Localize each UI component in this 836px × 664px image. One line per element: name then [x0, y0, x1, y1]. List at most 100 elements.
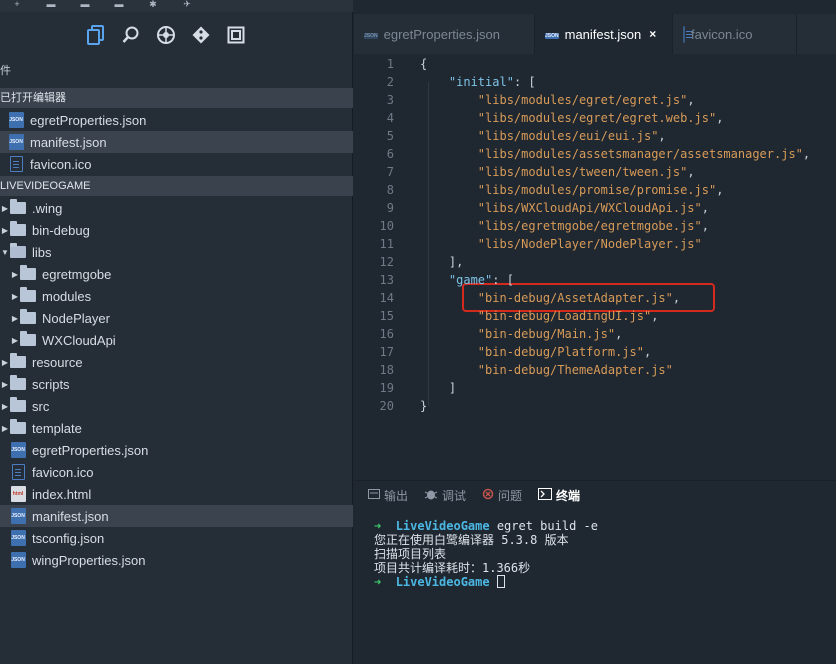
- open-editor-item[interactable]: JSON manifest.json: [0, 131, 353, 153]
- tree-item[interactable]: ▶ src: [0, 395, 353, 417]
- panel-tab-problems[interactable]: 问题: [482, 487, 522, 503]
- panel-tab-debug[interactable]: 调试: [424, 487, 466, 503]
- json-file-icon: JSON: [10, 530, 26, 546]
- code-text: {: [420, 57, 428, 71]
- tree-item-label: src: [32, 398, 50, 414]
- search-icon[interactable]: [119, 23, 143, 47]
- document-icon: [10, 464, 26, 480]
- tree-item[interactable]: ▶ .wing: [0, 197, 353, 219]
- folder-icon: [20, 287, 36, 304]
- tree-item-label: modules: [42, 288, 92, 304]
- tree-item[interactable]: JSON manifest.json: [0, 505, 353, 527]
- line-number: 1: [386, 57, 394, 71]
- folder-icon: [10, 419, 26, 436]
- code-text: "libs/modules/eui/eui.js",: [477, 129, 666, 143]
- line-number: 18: [379, 363, 394, 377]
- tree-item[interactable]: ▼ libs: [0, 241, 353, 263]
- debug-icon[interactable]: ✱: [136, 0, 170, 10]
- line-number: 12: [379, 255, 394, 269]
- prompt-arrow: ➜: [374, 575, 382, 589]
- open-editor-item[interactable]: JSON egretProperties.json: [0, 109, 353, 131]
- tree-item[interactable]: ▶ WXCloudApi: [0, 329, 353, 351]
- close-tab-icon[interactable]: ×: [649, 27, 656, 41]
- panel-tab-label: 输出: [384, 488, 409, 503]
- save-icon[interactable]: ▬: [34, 0, 68, 10]
- git-icon[interactable]: [189, 23, 213, 47]
- folder-icon: [20, 309, 36, 326]
- debug-bug-icon: [424, 488, 438, 503]
- terminal-command-line: ➜ LiveVideoGame egret build -e: [374, 519, 598, 533]
- tree-item[interactable]: ▶ egretmgobe: [0, 263, 353, 285]
- code-editor[interactable]: 1 {2 "initial": [3 "libs/modules/egret/eg…: [354, 54, 836, 474]
- code-text: "bin-debug/LoadingUI.js",: [477, 309, 659, 323]
- tab-manifest[interactable]: JSON manifest.json ×: [535, 14, 673, 54]
- json-string: "bin-debug/ThemeAdapter.js": [477, 363, 673, 377]
- extensions-icon[interactable]: [154, 23, 178, 47]
- line-number: 2: [386, 75, 394, 89]
- terminal-output-line: 扫描项目列表: [374, 547, 447, 561]
- tree-item[interactable]: JSON egretProperties.json: [0, 439, 353, 461]
- line-number: 13: [379, 273, 394, 287]
- tree-item-label: resource: [32, 354, 83, 370]
- json-file-icon: JSON: [10, 442, 26, 458]
- open-editors-header[interactable]: 已打开编辑器: [0, 88, 353, 108]
- editor-area: JSON egretProperties.json JSON manifest.…: [354, 0, 836, 664]
- chevron-right-icon: ▶: [1, 423, 9, 433]
- chevron-right-icon: ▶: [11, 291, 19, 301]
- tree-item[interactable]: ▶ resource: [0, 351, 353, 373]
- tab-label: manifest.json: [564, 26, 642, 42]
- code-text: }: [420, 399, 428, 413]
- code-text: "bin-debug/Main.js",: [477, 327, 623, 341]
- tab-egretproperties[interactable]: JSON egretProperties.json: [354, 14, 535, 54]
- folder-open-icon: [10, 243, 26, 260]
- explorer-title: 件: [0, 65, 11, 77]
- open-editor-item[interactable]: favicon.ico: [0, 153, 353, 175]
- tree-item[interactable]: ▶ scripts: [0, 373, 353, 395]
- tree-item[interactable]: ▶ template: [0, 417, 353, 439]
- terminal-cursor: [496, 575, 505, 588]
- json-string: "libs/modules/egret/egret.js": [477, 93, 688, 107]
- tree-item-label: scripts: [32, 376, 70, 392]
- explorer-icon[interactable]: [84, 23, 108, 47]
- tree-item[interactable]: ▶ modules: [0, 285, 353, 307]
- code-text: "libs/WXCloudApi/WXCloudApi.js",: [477, 201, 709, 215]
- terminal[interactable]: ➜ LiveVideoGame egret build -e 您正在使用白鹭编译…: [374, 519, 598, 589]
- tree-item[interactable]: JSON wingProperties.json: [0, 549, 353, 571]
- json-file-icon: JSON: [10, 508, 26, 524]
- html-file-icon: html: [10, 486, 26, 502]
- tree-item[interactable]: html index.html: [0, 483, 353, 505]
- layout-icon[interactable]: [224, 23, 248, 47]
- project-header[interactable]: LIVEVIDEOGAME: [0, 176, 353, 196]
- json-string: "libs/modules/tween/tween.js": [477, 165, 688, 179]
- panel-tab-label: 终端: [556, 488, 581, 503]
- chevron-right-icon: ▶: [1, 379, 9, 389]
- save-all-icon[interactable]: ▬: [68, 0, 102, 10]
- chevron-right-icon: ▶: [11, 269, 19, 279]
- tree-item[interactable]: ▶ NodePlayer: [0, 307, 353, 329]
- line-number: 16: [379, 327, 394, 341]
- panel-tab-terminal[interactable]: 终端: [538, 487, 580, 503]
- build-icon[interactable]: ▬: [102, 0, 136, 10]
- tree-item-label: index.html: [32, 486, 92, 502]
- line-number: 4: [386, 111, 394, 125]
- line-number: 20: [379, 399, 394, 413]
- json-file-icon: JSON: [8, 134, 24, 150]
- tree-item-label: egretmgobe: [42, 266, 112, 282]
- publish-icon[interactable]: ✈: [170, 0, 204, 10]
- panel-tab-output[interactable]: 输出: [368, 487, 408, 503]
- terminal-output-line: 您正在使用白鹭编译器 5.3.8 版本: [374, 533, 569, 547]
- tree-item[interactable]: ▶ bin-debug: [0, 219, 353, 241]
- tree-item[interactable]: favicon.ico: [0, 461, 353, 483]
- json-string: "libs/modules/promise/promise.js": [477, 183, 717, 197]
- new-file-icon[interactable]: +: [0, 0, 34, 10]
- tree-item-label: favicon.ico: [32, 464, 94, 480]
- prompt-project: LiveVideoGame: [395, 575, 490, 589]
- tree-item[interactable]: JSON tsconfig.json: [0, 527, 353, 549]
- tab-favicon[interactable]: favicon.ico: [673, 14, 797, 54]
- code-text: ],: [448, 255, 464, 269]
- code-text: "libs/modules/egret/egret.web.js",: [477, 111, 724, 125]
- json-string: "libs/NodePlayer/NodePlayer.js": [477, 237, 702, 251]
- code-text: ]: [448, 381, 457, 395]
- open-editor-label: favicon.ico: [30, 156, 92, 172]
- json-string: "bin-debug/AssetAdapter.js": [477, 291, 673, 305]
